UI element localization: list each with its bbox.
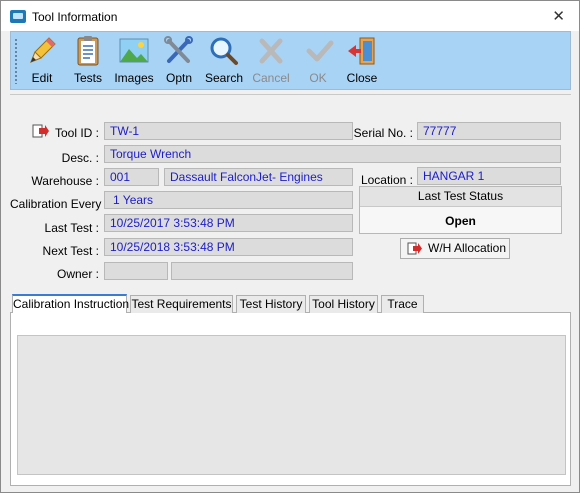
cancel-icon xyxy=(259,38,283,64)
tab-trace[interactable]: Trace xyxy=(381,295,424,313)
desc-field[interactable]: Torque Wrench xyxy=(104,145,561,163)
cancel-label: Cancel xyxy=(252,71,290,85)
owner-label: Owner : xyxy=(56,267,99,281)
close-label: Close xyxy=(346,71,378,85)
tab-calibration-instruction[interactable]: Calibration Instruction xyxy=(12,294,129,314)
last-test-status-value: Open xyxy=(445,214,476,228)
owner-code-field[interactable] xyxy=(104,262,168,280)
close-window-button[interactable]: ✕ xyxy=(552,7,565,25)
wh-allocation-icon xyxy=(407,242,422,255)
tests-button[interactable]: Tests xyxy=(69,35,107,87)
search-button[interactable]: Search xyxy=(204,35,244,87)
desc-label: Desc. : xyxy=(61,151,99,165)
owner-name-field[interactable] xyxy=(171,262,353,280)
location-label: Location : xyxy=(360,173,413,187)
image-icon xyxy=(119,38,149,63)
tool-information-window: Tool Information ✕ Edit Tests Images Opt… xyxy=(0,0,580,493)
serial-no-field[interactable]: 77777 xyxy=(417,122,561,140)
pencil-icon xyxy=(30,37,56,63)
tool-id-label: Tool ID : xyxy=(54,126,99,140)
check-icon xyxy=(306,40,334,62)
warehouse-code-field[interactable]: 001 xyxy=(104,168,159,186)
search-label: Search xyxy=(204,71,244,85)
next-test-field[interactable]: 10/25/2018 3:53:48 PM xyxy=(104,238,353,256)
magnifier-icon xyxy=(210,37,238,65)
tab-tool-history[interactable]: Tool History xyxy=(309,295,378,313)
options-label: Optn xyxy=(165,71,192,85)
last-test-status-header: Last Test Status xyxy=(360,187,561,207)
warehouse-label: Warehouse : xyxy=(31,174,99,188)
wh-allocation-label: W/H Allocation xyxy=(428,241,507,255)
calibration-every-field[interactable]: 1 Years xyxy=(104,191,353,209)
edit-button[interactable]: Edit xyxy=(25,35,59,87)
window-title: Tool Information xyxy=(32,10,118,24)
toolbar-grip[interactable] xyxy=(14,38,18,84)
last-test-field[interactable]: 10/25/2017 3:53:48 PM xyxy=(104,214,353,232)
options-button[interactable]: Optn xyxy=(161,35,197,87)
tools-icon xyxy=(164,36,193,63)
wh-allocation-button[interactable]: W/H Allocation xyxy=(400,238,510,259)
location-field[interactable]: HANGAR 1 xyxy=(417,167,561,185)
cancel-button[interactable]: Cancel xyxy=(251,35,291,87)
tab-bar: Calibration Instruction Test Requirement… xyxy=(10,294,571,314)
toolbar: Edit Tests Images Optn Search Cancel OK … xyxy=(10,31,571,90)
tab-test-history[interactable]: Test History xyxy=(236,295,306,313)
tool-id-field[interactable]: TW-1 xyxy=(104,122,353,140)
tool-details-panel: Tool ID : TW-1 Serial No. : 77777 Desc. … xyxy=(10,94,571,291)
exit-door-icon xyxy=(348,37,375,65)
tests-label: Tests xyxy=(73,71,102,85)
last-test-label: Last Test : xyxy=(44,221,99,235)
clipboard-icon xyxy=(77,36,99,66)
close-button[interactable]: Close xyxy=(345,35,379,87)
last-test-status-box: Last Test Status Open xyxy=(359,186,562,234)
ok-button[interactable]: OK xyxy=(303,35,334,87)
edit-label: Edit xyxy=(31,71,53,85)
images-button[interactable]: Images xyxy=(113,35,155,87)
calibration-instruction-panel xyxy=(10,313,571,486)
calibration-instruction-text-area[interactable] xyxy=(17,335,566,475)
serial-no-label: Serial No. : xyxy=(353,126,413,140)
ok-label: OK xyxy=(309,71,327,85)
title-bar: Tool Information ✕ xyxy=(1,1,579,31)
warehouse-name-field[interactable]: Dassault FalconJet- Engines xyxy=(164,168,353,186)
next-test-label: Next Test : xyxy=(42,244,99,258)
images-label: Images xyxy=(114,71,154,85)
tab-test-requirements[interactable]: Test Requirements xyxy=(130,295,233,313)
calibration-every-label: Calibration Every : xyxy=(10,197,109,211)
app-icon xyxy=(10,10,26,23)
